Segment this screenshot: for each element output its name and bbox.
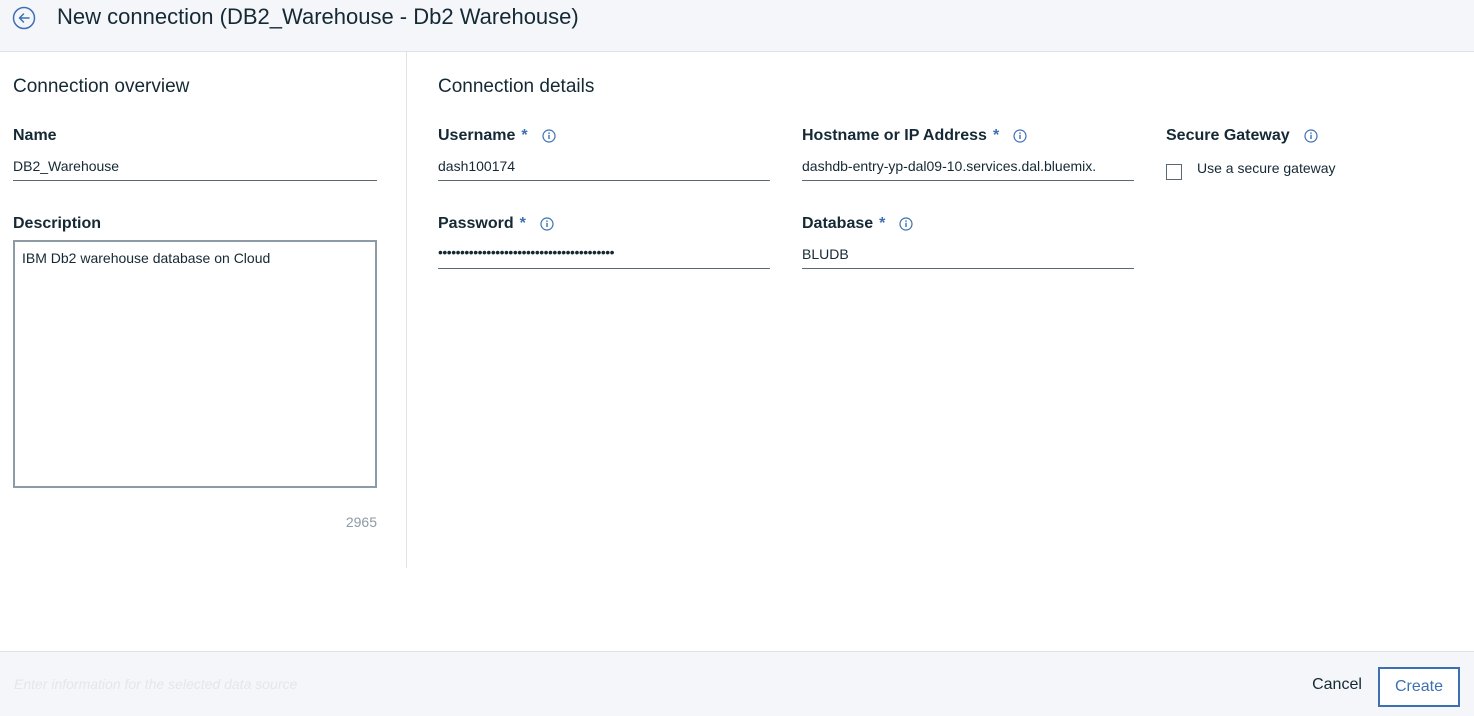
info-icon[interactable] [899, 217, 913, 231]
secure-gateway-label: Secure Gateway [1166, 127, 1318, 145]
info-icon[interactable] [1013, 129, 1027, 143]
required-marker: * [879, 215, 886, 232]
required-marker: * [519, 215, 526, 232]
create-button[interactable]: Create [1378, 667, 1460, 707]
password-value: •••••••••••••••••••••••••••••••••••••••• [438, 244, 615, 260]
page-title: New connection (DB2_Warehouse - Db2 Ware… [57, 4, 579, 29]
password-label: Password * [438, 215, 554, 233]
secure-gateway-checkbox-label[interactable]: Use a secure gateway [1197, 160, 1336, 176]
database-label: Database * [802, 215, 913, 233]
description-char-count: 2965 [345, 514, 377, 530]
password-input[interactable]: •••••••••••••••••••••••••••••••••••••••• [438, 239, 770, 269]
hostname-label: Hostname or IP Address * [802, 127, 1027, 145]
username-input[interactable] [438, 151, 770, 181]
required-marker: * [521, 127, 528, 144]
connection-details-title: Connection details [438, 76, 595, 97]
footer-hint: Enter information for the selected data … [14, 676, 298, 692]
database-input[interactable] [802, 239, 1134, 269]
secure-gateway-checkbox[interactable] [1166, 164, 1182, 180]
info-icon[interactable] [540, 217, 554, 231]
username-label: Username * [438, 127, 556, 145]
name-label: Name [13, 127, 57, 144]
cancel-button[interactable]: Cancel [1300, 668, 1374, 702]
name-input[interactable] [13, 151, 377, 181]
info-icon[interactable] [1304, 129, 1318, 143]
description-label: Description [13, 215, 102, 232]
connection-overview-title: Connection overview [13, 76, 190, 97]
page-header: New connection (DB2_Warehouse - Db2 Ware… [0, 0, 1474, 52]
back-arrow-icon[interactable] [12, 6, 36, 30]
info-icon[interactable] [542, 129, 556, 143]
hostname-input[interactable] [802, 151, 1134, 181]
required-marker: * [992, 127, 1000, 144]
page-footer: Enter information for the selected data … [0, 651, 1474, 716]
description-textarea[interactable]: IBM Db2 warehouse database on Cloud [13, 240, 377, 488]
